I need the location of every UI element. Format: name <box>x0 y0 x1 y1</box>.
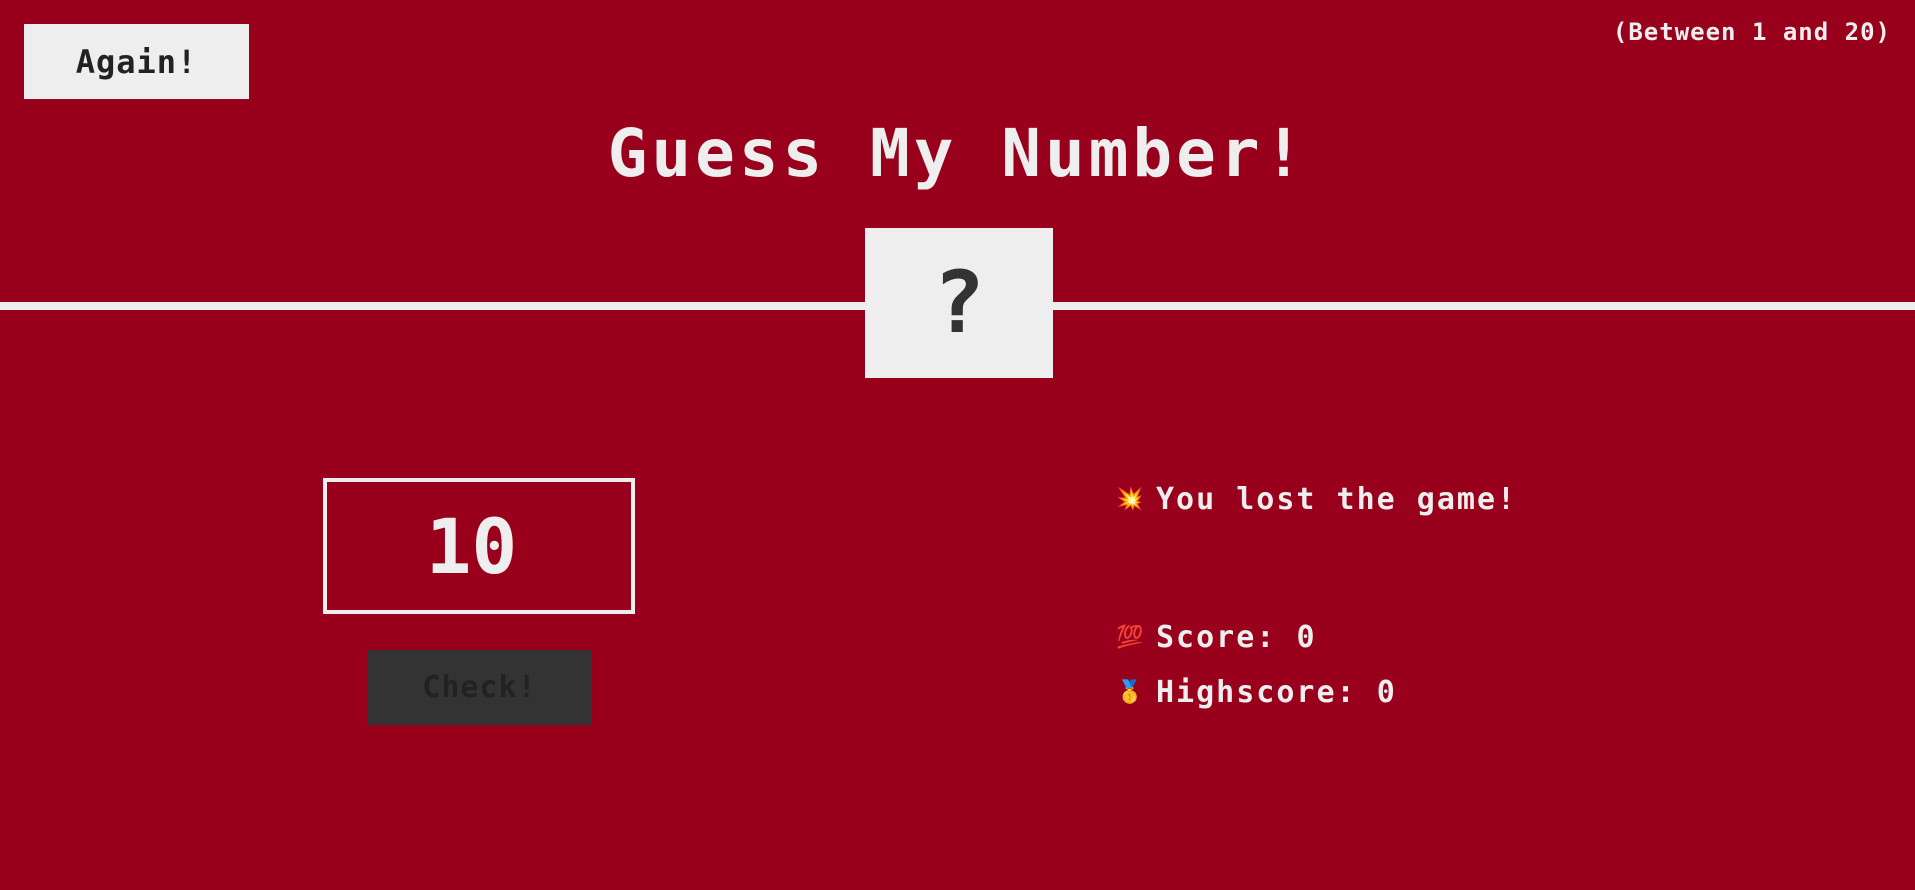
message-text: You lost the game! <box>1156 482 1518 517</box>
highscore-display: 🥇 Highscore: 0 <box>1116 675 1397 710</box>
medal-icon: 🥇 <box>1116 680 1146 705</box>
secret-number-box: ? <box>865 228 1053 378</box>
secret-number: ? <box>933 253 985 353</box>
score-display: 💯 Score: 0 <box>1116 620 1317 655</box>
page-title: Guess My Number! <box>607 115 1308 192</box>
highscore-label: Highscore: <box>1156 675 1357 710</box>
score-label: Score: <box>1156 620 1277 655</box>
again-button[interactable]: Again! <box>24 24 249 99</box>
explosion-icon: 💥 <box>1116 487 1146 512</box>
range-hint: (Between 1 and 20) <box>1612 18 1891 46</box>
game-message: 💥 You lost the game! <box>1116 482 1517 517</box>
hundred-points-icon: 💯 <box>1116 625 1146 650</box>
score-value: 0 <box>1296 620 1317 655</box>
check-button[interactable]: Check! <box>367 650 592 725</box>
guess-input[interactable] <box>323 478 635 614</box>
highscore-value: 0 <box>1376 675 1397 710</box>
